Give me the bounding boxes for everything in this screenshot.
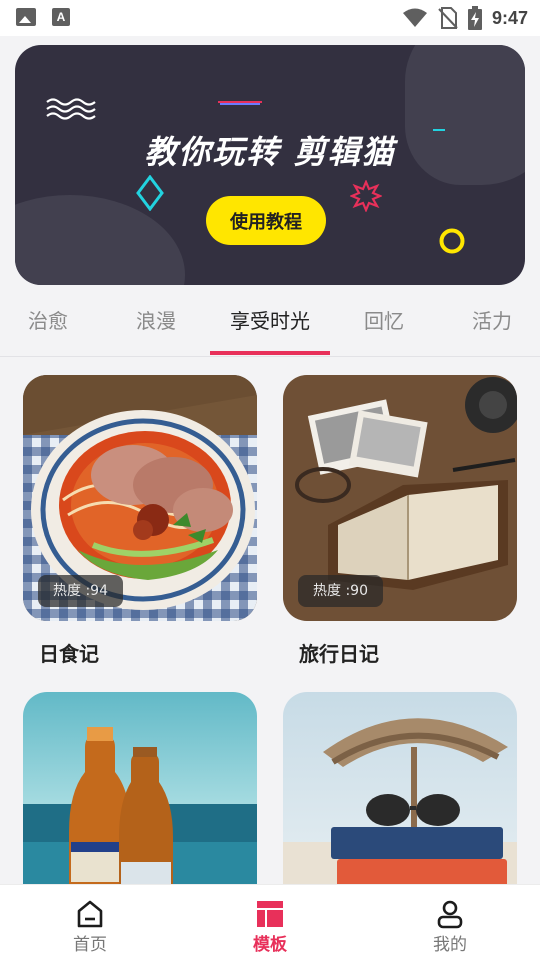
heat-badge: 热度 :90 [298,575,383,607]
active-tab-indicator [210,351,330,355]
nav-profile[interactable]: 我的 [360,885,540,960]
tab-enjoy-time[interactable]: 享受时光 [210,295,330,355]
card-title: 旅行日记 [299,642,379,666]
tab-healing[interactable]: 治愈 [0,295,108,355]
image-icon [16,8,36,26]
heat-badge: 热度 :94 [38,575,123,607]
star-burst-icon [350,180,382,212]
noodle-bowl-image[interactable]: 热度 :94 [23,375,257,621]
nav-home-label: 首页 [73,935,107,955]
card-title: 日食记 [39,642,99,666]
promo-banner[interactable]: 教你玩转 剪辑猫 使用教程 [15,45,525,285]
nav-profile-label: 我的 [433,935,467,955]
tab-romantic[interactable]: 浪漫 [96,295,216,355]
status-bar: A 9:47 [0,0,540,36]
template-icon [257,901,283,927]
battery-charging-icon [467,6,482,30]
tab-memories[interactable]: 回忆 [324,295,444,355]
banner-title: 教你玩转 剪辑猫 [144,133,396,171]
nav-template-label: 模板 [253,935,287,955]
nav-template[interactable]: 模板 [180,885,360,960]
tab-vitality[interactable]: 活力 [432,295,540,355]
ring-icon [439,228,465,254]
glitch-line-icon [218,101,262,105]
wifi-icon [402,8,427,27]
status-time: 9:47 [491,7,528,28]
notebook-photos-image[interactable]: 热度 :90 [283,375,517,621]
bottom-nav: 首页 模板 我的 [0,884,540,960]
tutorial-button[interactable]: 使用教程 [206,196,326,245]
font-a-icon: A [52,8,70,26]
wave-lines-icon [46,98,96,120]
diamond-icon [136,175,164,211]
home-icon [77,900,103,928]
nav-home[interactable]: 首页 [0,885,180,960]
category-tabs: 治愈 浪漫 享受时光 回忆 活力 [0,295,540,357]
profile-icon [437,900,463,929]
no-sim-icon [438,7,458,29]
